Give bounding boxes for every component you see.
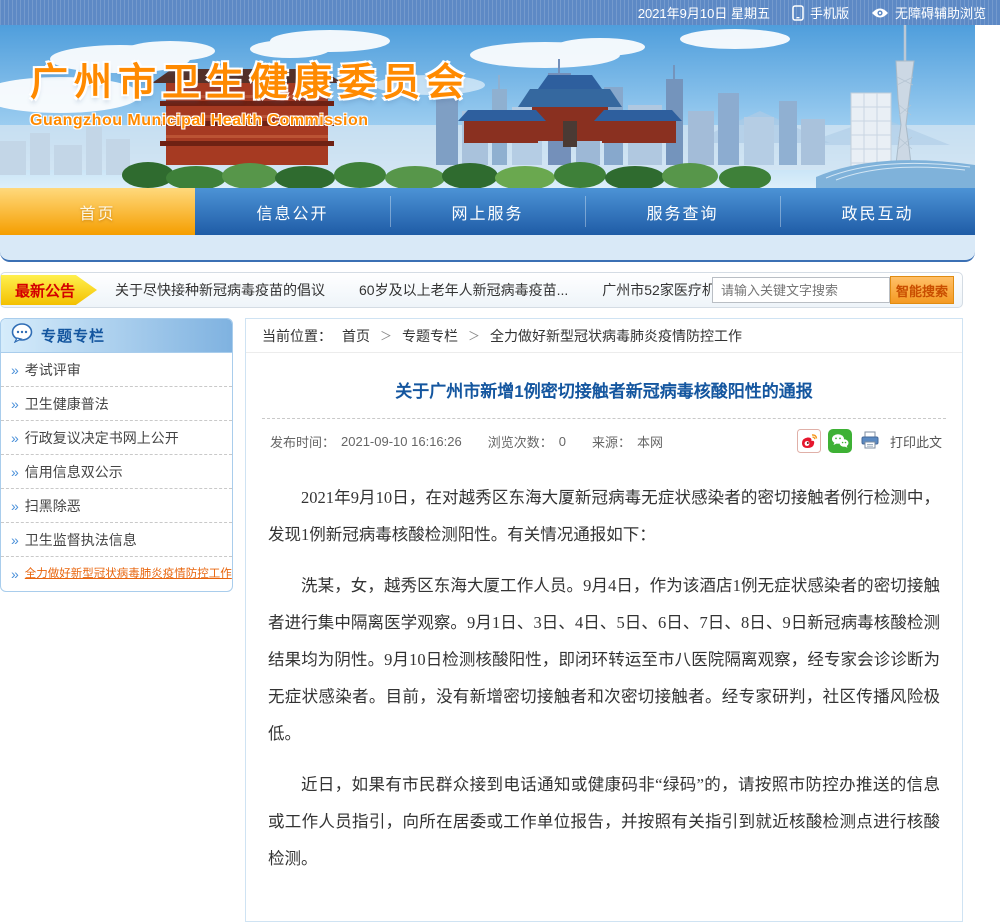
sidebar-item-credit-info[interactable]: » 信用信息双公示 (1, 455, 232, 489)
article-paragraph: 洗某，女，越秀区东海大厦工作人员。9月4日，作为该酒店1例无症状感染者的密切接触… (268, 567, 940, 752)
accessibility-link[interactable]: 无障碍辅助浏览 (871, 3, 986, 22)
article-body: 2021年9月10日，在对越秀区东海大厦新冠病毒无症状感染者的密切接触者例行检测… (262, 463, 946, 921)
sidebar-item-supervision[interactable]: » 卫生监督执法信息 (1, 523, 232, 557)
nav-item-home[interactable]: 首页 (0, 188, 195, 235)
printer-icon[interactable] (859, 429, 883, 453)
article-meta: 发布时间： 2021-09-10 16:16:26 浏览次数： 0 来源： 本网 (262, 418, 946, 463)
article-paragraph: 近日，如果有市民群众接到电话通知或健康码非“绿码”的，请按照市防控办推送的信息或… (268, 766, 940, 877)
breadcrumb-separator: ＞ (380, 327, 392, 344)
weibo-share-icon[interactable] (797, 429, 821, 453)
sidebar-item-admin-review[interactable]: » 行政复议决定书网上公开 (1, 421, 232, 455)
chevron-right-icon: » (11, 489, 19, 523)
chevron-right-icon: » (11, 387, 19, 421)
nav-sub-strip (0, 235, 975, 262)
announcement-link[interactable]: 60岁及以上老年人新冠病毒疫苗... (359, 280, 568, 300)
print-article-link[interactable]: 打印此文 (890, 432, 942, 451)
sidebar-header: 专题专栏 (1, 319, 232, 353)
article-panel: 当前位置： 首页 ＞ 专题专栏 ＞ 全力做好新型冠状病毒肺炎疫情防控工作 关于广… (245, 318, 963, 922)
nav-item-info-disclosure[interactable]: 信息公开 (195, 188, 390, 235)
top-utility-bar: 2021年9月10日 星期五 手机版 无障碍辅助浏览 (0, 0, 1000, 25)
breadcrumb-label: 当前位置： (262, 326, 332, 346)
sidebar-item-covid-prevention[interactable]: » 全力做好新型冠状病毒肺炎疫情防控工作 (1, 557, 232, 591)
announcement-link[interactable]: 广州市52家医疗机构提供24小... (602, 280, 712, 300)
announcement-bar: 最新公告 关于尽快接种新冠病毒疫苗的倡议 60岁及以上老年人新冠病毒疫苗... … (0, 272, 963, 308)
publish-time-value: 2021-09-10 16:16:26 (341, 434, 462, 449)
publish-time-label: 发布时间： (270, 432, 335, 451)
special-topics-sidebar: 专题专栏 » 考试评审 » 卫生健康普法 » 行政复议决定书网上公开 » 信用信… (0, 318, 233, 592)
chevron-right-icon: » (11, 455, 19, 489)
breadcrumb-separator: ＞ (468, 327, 480, 344)
sidebar-item-anti-crime[interactable]: » 扫黑除恶 (1, 489, 232, 523)
site-logo: 广州市卫生健康委员会 Guangzhou Municipal Health Co… (30, 51, 470, 130)
site-title: 广州市卫生健康委员会 (30, 51, 470, 106)
site-subtitle: Guangzhou Municipal Health Commission (30, 112, 470, 130)
breadcrumb-home[interactable]: 首页 (342, 326, 370, 346)
source-label: 来源： (592, 432, 631, 451)
latest-announcement-badge: 最新公告 (1, 275, 97, 305)
article-paragraph: 2021年9月10日，在对越秀区东海大厦新冠病毒无症状感染者的密切接触者例行检测… (268, 479, 940, 553)
mobile-version-link[interactable]: 手机版 (792, 3, 849, 22)
breadcrumb-topics[interactable]: 专题专栏 (402, 326, 458, 346)
eye-icon (871, 7, 889, 19)
chevron-right-icon: » (11, 353, 19, 387)
article-title: 关于广州市新增1例密切接触者新冠病毒核酸阳性的通报 (262, 353, 946, 418)
mobile-phone-icon (792, 5, 804, 21)
nav-item-online-services[interactable]: 网上服务 (390, 188, 585, 235)
mobile-version-label: 手机版 (810, 3, 849, 22)
nav-item-service-inquiry[interactable]: 服务查询 (585, 188, 780, 235)
views-label: 浏览次数： (488, 432, 553, 451)
current-date: 2021年9月10日 星期五 (638, 3, 770, 22)
chevron-right-icon: » (11, 523, 19, 557)
announcement-links: 关于尽快接种新冠病毒疫苗的倡议 60岁及以上老年人新冠病毒疫苗... 广州市52… (115, 280, 712, 300)
announcement-link[interactable]: 关于尽快接种新冠病毒疫苗的倡议 (115, 280, 325, 300)
chevron-right-icon: » (11, 421, 19, 455)
chevron-right-icon: » (11, 557, 19, 591)
accessibility-label: 无障碍辅助浏览 (895, 3, 986, 22)
sidebar-item-health-law[interactable]: » 卫生健康普法 (1, 387, 232, 421)
main-navigation: 首页 信息公开 网上服务 服务查询 政民互动 (0, 188, 975, 235)
nav-item-public-interaction[interactable]: 政民互动 (780, 188, 975, 235)
speech-bubble-icon (11, 323, 33, 348)
breadcrumb: 当前位置： 首页 ＞ 专题专栏 ＞ 全力做好新型冠状病毒肺炎疫情防控工作 (246, 319, 962, 353)
sidebar-item-exam-review[interactable]: » 考试评审 (1, 353, 232, 387)
site-banner: 广州市卫生健康委员会 Guangzhou Municipal Health Co… (0, 25, 975, 188)
wechat-share-icon[interactable] (828, 429, 852, 453)
views-value: 0 (559, 434, 566, 449)
smart-search-button[interactable]: 智能搜索 (890, 276, 954, 304)
search-input[interactable] (712, 277, 890, 303)
site-search: 智能搜索 (712, 276, 954, 304)
source-value: 本网 (637, 432, 663, 451)
breadcrumb-current: 全力做好新型冠状病毒肺炎疫情防控工作 (490, 326, 742, 346)
sidebar-title: 专题专栏 (41, 325, 105, 346)
